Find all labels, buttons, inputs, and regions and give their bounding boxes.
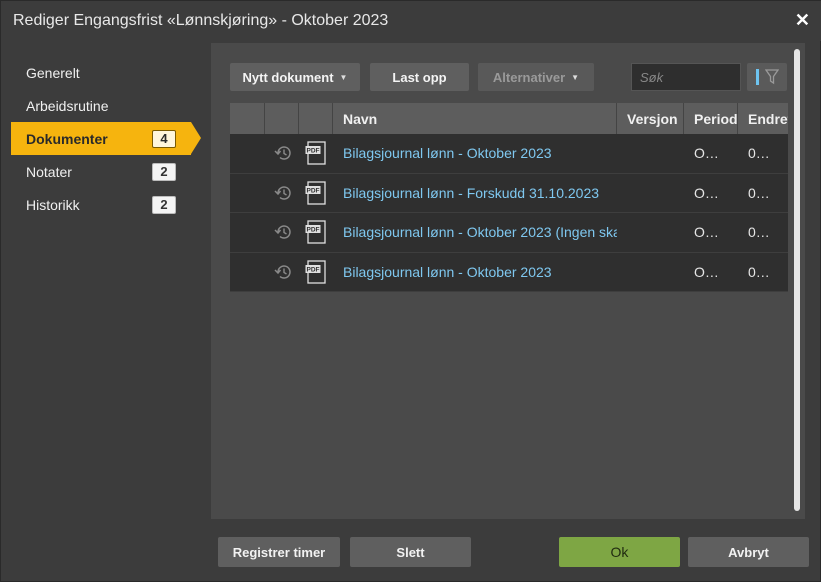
table-row[interactable]: PDF Bilagsjournal lønn - Oktober 2023 (I… [230,213,788,253]
changed-cell: 0… [748,184,770,201]
table-row[interactable]: PDF Bilagsjournal lønn - Oktober 2023 O…… [230,252,788,292]
sidebar-item-label: Arbeidsrutine [26,97,109,114]
version-cell [617,253,684,292]
caret-down-icon: ▼ [571,72,580,82]
options-label: Alternativer [492,69,566,85]
vertical-scrollbar[interactable] [794,49,800,511]
table-header: Navn Versjon Period Endret [230,103,788,134]
period-cell: O… [694,184,719,201]
pdf-icon: PDF [299,134,333,173]
document-name-link[interactable]: Bilagsjournal lønn - Oktober 2023 (Ingen… [343,224,617,240]
sidebar-item-label: Historikk [26,196,80,213]
period-cell: O… [694,263,719,280]
pdf-icon: PDF [299,213,333,252]
sidebar-item-label: Dokumenter [26,130,108,147]
pdf-label: PDF [307,148,320,155]
delete-label: Slett [396,544,425,560]
count-badge: 2 [152,163,176,181]
documents-table: Navn Versjon Period Endret PDF Bilagsjou… [230,103,788,292]
count-badge: 2 [152,196,176,214]
history-icon[interactable] [265,253,299,292]
table-row[interactable]: PDF Bilagsjournal lønn - Forskudd 31.10.… [230,173,788,213]
close-icon[interactable]: ✕ [795,10,810,31]
column-header-changed[interactable]: Endret [738,103,788,134]
options-button[interactable]: Alternativer ▼ [478,63,594,91]
changed-cell: 0… [748,145,770,162]
pdf-label: PDF [307,266,320,273]
column-header-type [299,103,333,134]
document-name-link[interactable]: Bilagsjournal lønn - Forskudd 31.10.2023 [343,185,599,201]
changed-cell: 0… [748,263,770,280]
count-badge: 4 [152,130,176,148]
window-title: Rediger Engangsfrist «Lønnskjøring» - Ok… [13,12,389,29]
sidebar-item-label: Generelt [26,64,80,81]
ok-label: Ok [610,544,629,560]
upload-button[interactable]: Last opp [370,63,469,91]
register-time-button[interactable]: Registrer timer [218,537,340,567]
row-spacer [230,174,265,213]
sidebar-item-generelt[interactable]: Generelt [1,56,201,89]
row-spacer [230,134,265,173]
document-name-link[interactable]: Bilagsjournal lønn - Oktober 2023 [343,145,552,161]
column-header-version[interactable]: Versjon [617,103,684,134]
sidebar-item-arbeidsrutine[interactable]: Arbeidsrutine [1,89,201,122]
period-cell: O… [694,145,719,162]
sidebar-item-notater[interactable]: Notater 2 [1,155,201,188]
sidebar-item-label: Notater [26,163,72,180]
version-cell [617,213,684,252]
dialog-window: Rediger Engangsfrist «Lønnskjøring» - Ok… [0,0,821,582]
pdf-label: PDF [307,187,320,194]
search-input[interactable] [631,63,741,91]
column-header-history [265,103,299,134]
ok-button[interactable]: Ok [559,537,680,567]
caret-down-icon: ▼ [339,72,348,82]
pdf-icon: PDF [299,253,333,292]
cancel-button[interactable]: Avbryt [688,537,809,567]
pdf-icon: PDF [299,174,333,213]
delete-button[interactable]: Slett [350,537,471,567]
version-cell [617,134,684,173]
column-header-expand [230,103,265,134]
version-cell [617,174,684,213]
register-time-label: Registrer timer [232,544,326,560]
sidebar-item-historikk[interactable]: Historikk 2 [1,188,201,221]
row-spacer [230,253,265,292]
title-bar: Rediger Engangsfrist «Lønnskjøring» - Ok… [1,1,821,41]
changed-cell: 0… [748,224,770,241]
sidebar: Generelt Arbeidsrutine Dokumenter 4 Nota… [1,56,201,221]
documents-panel: Nytt dokument ▼ Last opp Alternativer ▼ … [211,43,805,519]
cancel-label: Avbryt [728,544,769,560]
history-icon[interactable] [265,174,299,213]
pdf-label: PDF [307,227,320,234]
column-header-period[interactable]: Period [684,103,738,134]
upload-label: Last opp [392,69,447,85]
history-icon[interactable] [265,134,299,173]
column-header-name[interactable]: Navn [333,103,617,134]
row-spacer [230,213,265,252]
period-cell: O… [694,224,719,241]
table-row[interactable]: PDF Bilagsjournal lønn - Oktober 2023 O…… [230,134,788,174]
filter-indicator [755,69,759,85]
filter-button[interactable] [747,63,787,91]
new-document-button[interactable]: Nytt dokument ▼ [230,63,360,91]
sidebar-item-dokumenter[interactable]: Dokumenter 4 [11,122,201,155]
history-icon[interactable] [265,213,299,252]
document-name-link[interactable]: Bilagsjournal lønn - Oktober 2023 [343,264,552,280]
new-document-label: Nytt dokument [242,69,334,85]
filter-icon [764,69,779,85]
